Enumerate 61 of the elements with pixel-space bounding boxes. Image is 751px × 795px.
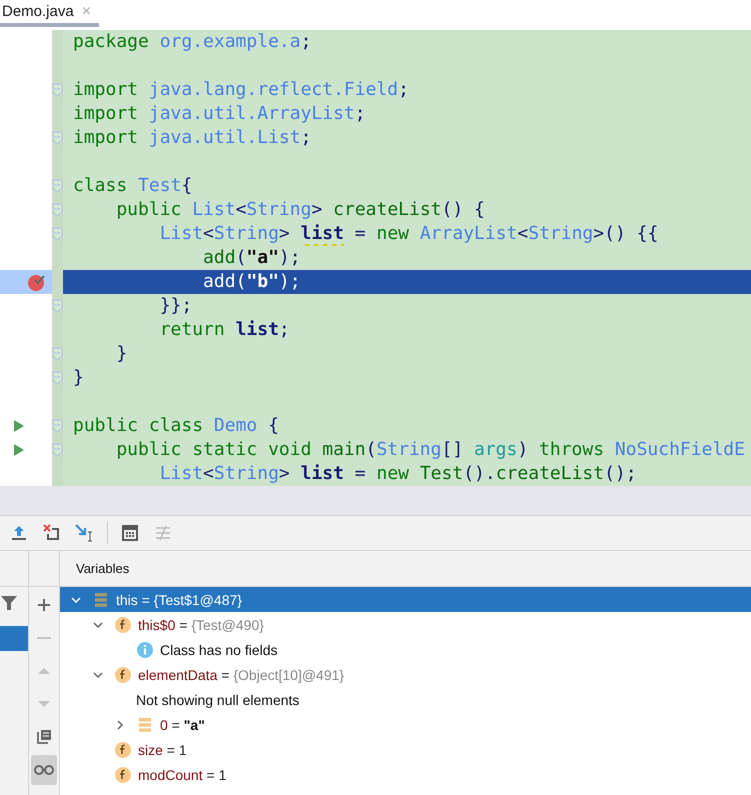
lines-icon xyxy=(154,524,172,542)
gutter-strip xyxy=(52,30,63,54)
run-icon[interactable] xyxy=(13,419,25,433)
stack-icon xyxy=(136,716,154,734)
equals-sign: = xyxy=(166,742,176,758)
variable-row[interactable]: this = {Test$1@487} xyxy=(60,587,751,612)
field-icon xyxy=(114,666,132,684)
arrow-cursor-icon xyxy=(75,524,95,542)
variable-name: elementData xyxy=(138,666,218,682)
fold-marker-icon[interactable] xyxy=(52,179,63,193)
variable-name: this$0 xyxy=(138,616,176,632)
fold-marker-icon[interactable] xyxy=(52,443,63,457)
stack-icon xyxy=(92,590,110,608)
variable-value: {Test@490} xyxy=(191,616,264,632)
message-text: Class has no fields xyxy=(160,642,278,658)
variable-name: 0 xyxy=(160,716,168,732)
copy-icon xyxy=(36,729,52,745)
run-icon[interactable] xyxy=(13,443,25,457)
variable-value: {Object[10]@491} xyxy=(233,666,344,682)
variable-value: {Test$1@487} xyxy=(154,592,242,608)
glasses-icon xyxy=(34,764,54,776)
fold-marker-icon[interactable] xyxy=(52,299,63,313)
variable-value: 1 xyxy=(218,766,226,782)
variable-name: this xyxy=(116,592,138,608)
variable-row[interactable]: size = 1 xyxy=(60,737,751,762)
equals-sign: = xyxy=(220,666,230,682)
panel-title: Variables xyxy=(76,561,130,576)
variable-name: modCount xyxy=(138,766,203,782)
filter-icon[interactable] xyxy=(0,595,18,611)
equals-sign: = xyxy=(170,716,181,732)
equals-sign: = xyxy=(140,592,151,608)
info-icon xyxy=(136,640,154,658)
fold-marker-icon[interactable] xyxy=(52,347,63,361)
calculator-icon xyxy=(121,524,139,542)
variable-value: "a" xyxy=(184,716,205,732)
variable-row[interactable]: Class has no fields xyxy=(60,637,751,662)
fold-marker-icon[interactable] xyxy=(52,131,63,145)
add-icon xyxy=(36,597,52,613)
equals-sign: = xyxy=(205,766,216,782)
field-icon xyxy=(114,766,132,784)
variable-value: 1 xyxy=(178,742,187,758)
side-button[interactable] xyxy=(31,755,57,785)
variable-name: size xyxy=(138,742,163,758)
variable-row[interactable]: Not showing null elements xyxy=(60,687,751,712)
variable-row[interactable]: 0 = "a" xyxy=(60,712,751,737)
fold-marker-icon[interactable] xyxy=(52,419,63,433)
fold-marker-icon[interactable] xyxy=(52,83,63,97)
variable-row[interactable]: this$0 = {Test@490} xyxy=(60,612,751,637)
field-icon xyxy=(114,616,132,634)
breakpoint-icon[interactable] xyxy=(27,272,47,292)
equals-sign: = xyxy=(178,616,188,632)
variable-row[interactable]: elementData = {Object[10]@491} xyxy=(60,662,751,687)
variable-row[interactable]: modCount = 1 xyxy=(60,762,751,787)
toolbar-button[interactable] xyxy=(119,522,141,544)
fold-marker-icon[interactable] xyxy=(52,371,63,385)
message-text: Not showing null elements xyxy=(136,692,300,708)
fold-marker-icon[interactable] xyxy=(52,227,63,241)
upload-icon xyxy=(10,524,28,542)
fold-marker-icon[interactable] xyxy=(52,203,63,217)
field-icon xyxy=(114,740,132,758)
drop-frame-icon xyxy=(43,524,61,542)
